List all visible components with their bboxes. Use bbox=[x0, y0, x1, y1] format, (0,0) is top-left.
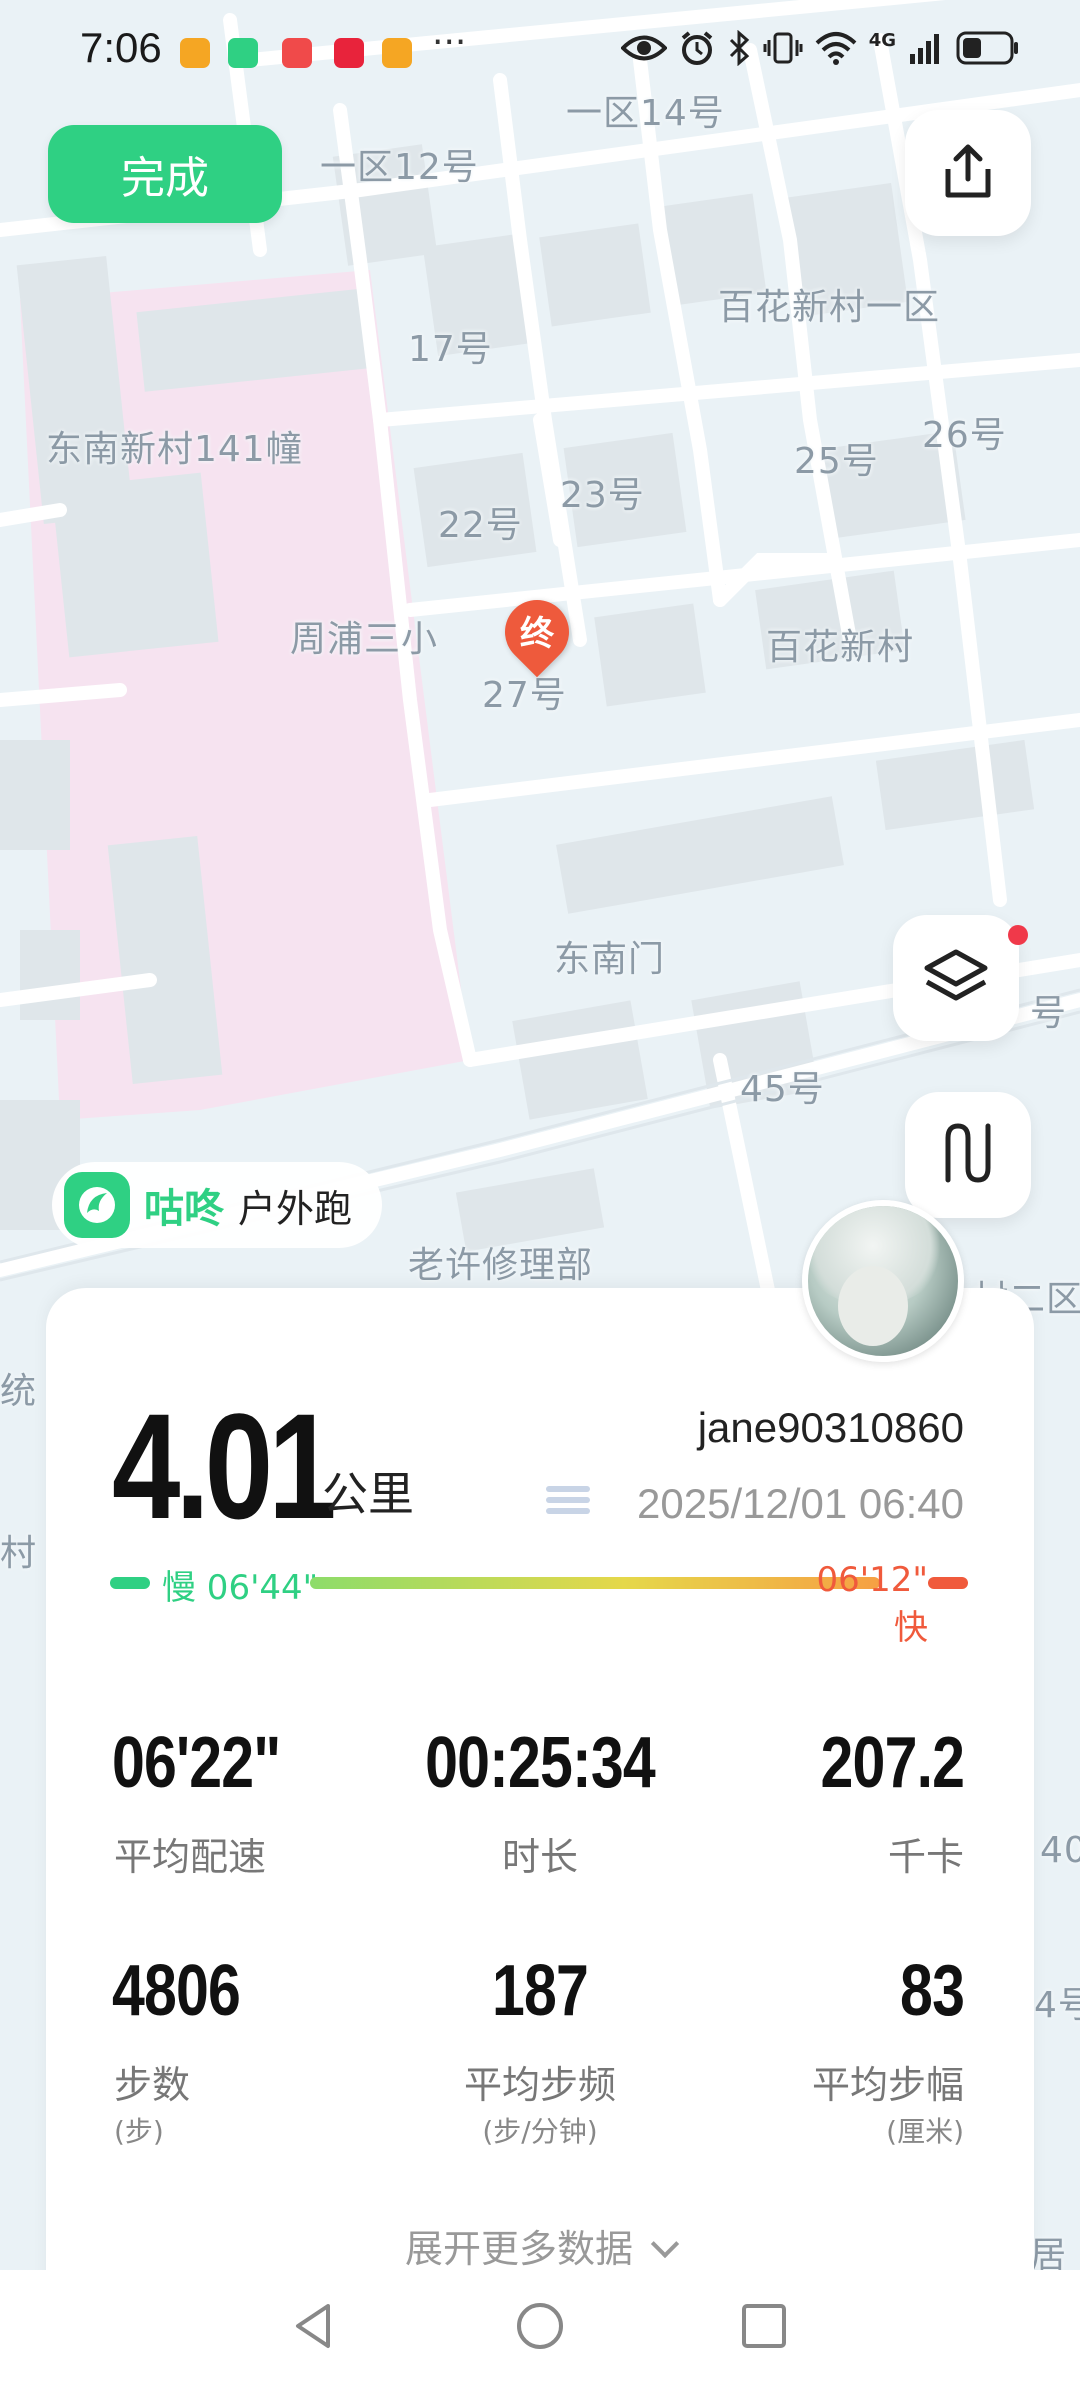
bluetooth-icon bbox=[727, 29, 751, 70]
distance-value: 4.01 bbox=[112, 1382, 337, 1550]
route-toggle-button[interactable] bbox=[905, 1092, 1031, 1218]
pace-fast-label: 06'12" 快 bbox=[816, 1560, 928, 1648]
activity-type: 户外跑 bbox=[238, 1186, 353, 1231]
map-label: 27号 bbox=[482, 675, 567, 716]
battery-icon bbox=[956, 31, 1020, 69]
app-notification-icon bbox=[382, 38, 412, 68]
map-label: 东南门 bbox=[554, 939, 666, 980]
calories-label: 千卡 bbox=[887, 1835, 964, 1879]
pace-range-bar: 慢 06'44" 06'12" 快 bbox=[110, 1560, 970, 1648]
map-label: 周浦三小 bbox=[290, 619, 439, 660]
avg-pace-label: 平均配速 bbox=[114, 1835, 267, 1879]
stride-label: 平均步幅 bbox=[811, 2063, 964, 2107]
map-label: 号 bbox=[1030, 993, 1068, 1034]
status-icons: 4G bbox=[619, 29, 1020, 70]
network-type: 4G bbox=[868, 29, 896, 51]
route-icon bbox=[938, 1120, 998, 1190]
status-bar: 7:06 ··· 4G bbox=[0, 0, 1080, 100]
username: jane90310860 bbox=[697, 1404, 964, 1451]
status-time: 7:06 bbox=[80, 24, 162, 71]
back-nav-button[interactable] bbox=[284, 2296, 344, 2356]
notification-dot bbox=[1008, 925, 1028, 945]
done-button[interactable]: 完成 bbox=[48, 125, 282, 223]
workout-datetime: 2025/12/01 06:40 bbox=[637, 1480, 964, 1527]
vibrate-icon bbox=[763, 30, 803, 70]
map-label: 一区12号 bbox=[320, 147, 479, 188]
app-notification-icon bbox=[228, 38, 258, 68]
cadence-unit: (步/分钟) bbox=[482, 2115, 598, 2148]
map-label: 百花新村 bbox=[766, 627, 915, 668]
map-label: 东南新村141幢 bbox=[46, 429, 303, 470]
cadence-value: 187 bbox=[491, 1951, 589, 2031]
map-label: 村 bbox=[0, 1533, 38, 1574]
wifi-icon bbox=[815, 31, 857, 69]
recents-nav-button[interactable] bbox=[734, 2296, 794, 2356]
avatar[interactable] bbox=[802, 1200, 964, 1362]
duration-value: 00:25:34 bbox=[425, 1723, 656, 1803]
map-label: 40 bbox=[1040, 1830, 1080, 1871]
map-label: 统 bbox=[0, 1371, 38, 1412]
pace-fast-cap bbox=[928, 1577, 968, 1589]
map-label: 26号 bbox=[922, 415, 1007, 456]
alarm-icon bbox=[679, 30, 715, 70]
map-label: 45号 bbox=[740, 1069, 825, 1110]
map-label: 25号 bbox=[794, 441, 879, 482]
share-button[interactable] bbox=[905, 110, 1031, 236]
brand-chip: 咕咚 户外跑 bbox=[52, 1162, 383, 1248]
end-marker-label: 终 bbox=[520, 614, 554, 654]
layers-icon bbox=[921, 946, 991, 1010]
expand-more-label: 展开更多数据 bbox=[404, 2227, 633, 2271]
duration-label: 时长 bbox=[501, 1835, 578, 1879]
map-layers-button[interactable] bbox=[893, 915, 1019, 1041]
steps-label: 步数 bbox=[114, 2063, 191, 2107]
cadence-label: 平均步频 bbox=[463, 2063, 616, 2107]
app-notification-icon bbox=[334, 38, 364, 68]
map-label: 22号 bbox=[438, 505, 523, 546]
map-label: 17号 bbox=[408, 329, 493, 370]
avg-pace-value: 06'22" bbox=[112, 1723, 281, 1803]
chevron-down-icon bbox=[650, 2229, 680, 2259]
eye-icon bbox=[619, 33, 668, 67]
steps-unit: (步) bbox=[114, 2115, 164, 2148]
pace-slow-label: 慢 06'44" bbox=[162, 1568, 319, 1608]
app-notification-icon bbox=[180, 38, 210, 68]
steps-value: 4806 bbox=[112, 1951, 241, 2031]
share-icon bbox=[940, 141, 996, 205]
gudong-logo-icon bbox=[64, 1172, 130, 1238]
signal-icon bbox=[908, 32, 944, 68]
map-label: 百花新村一区 bbox=[718, 287, 941, 328]
map-label: 23号 bbox=[560, 475, 645, 516]
brand-name: 咕咚 bbox=[144, 1186, 224, 1232]
expand-more-button[interactable]: 展开更多数据 bbox=[0, 2218, 1080, 2273]
distance-unit: 公里 bbox=[322, 1467, 414, 1521]
app-notification-icon bbox=[282, 38, 312, 68]
calories-value: 207.2 bbox=[820, 1723, 964, 1803]
system-nav-bar bbox=[0, 2270, 1080, 2390]
more-notifications: ··· bbox=[432, 22, 467, 63]
stride-value: 83 bbox=[899, 1951, 965, 2031]
list-icon bbox=[546, 1486, 590, 1522]
home-nav-button[interactable] bbox=[510, 2296, 570, 2356]
pace-slow-cap bbox=[110, 1577, 150, 1589]
stride-unit: (厘米) bbox=[886, 2115, 964, 2148]
map-label: 4号 bbox=[1034, 1985, 1080, 2026]
map-label: 老许修理部 bbox=[408, 1245, 594, 1286]
